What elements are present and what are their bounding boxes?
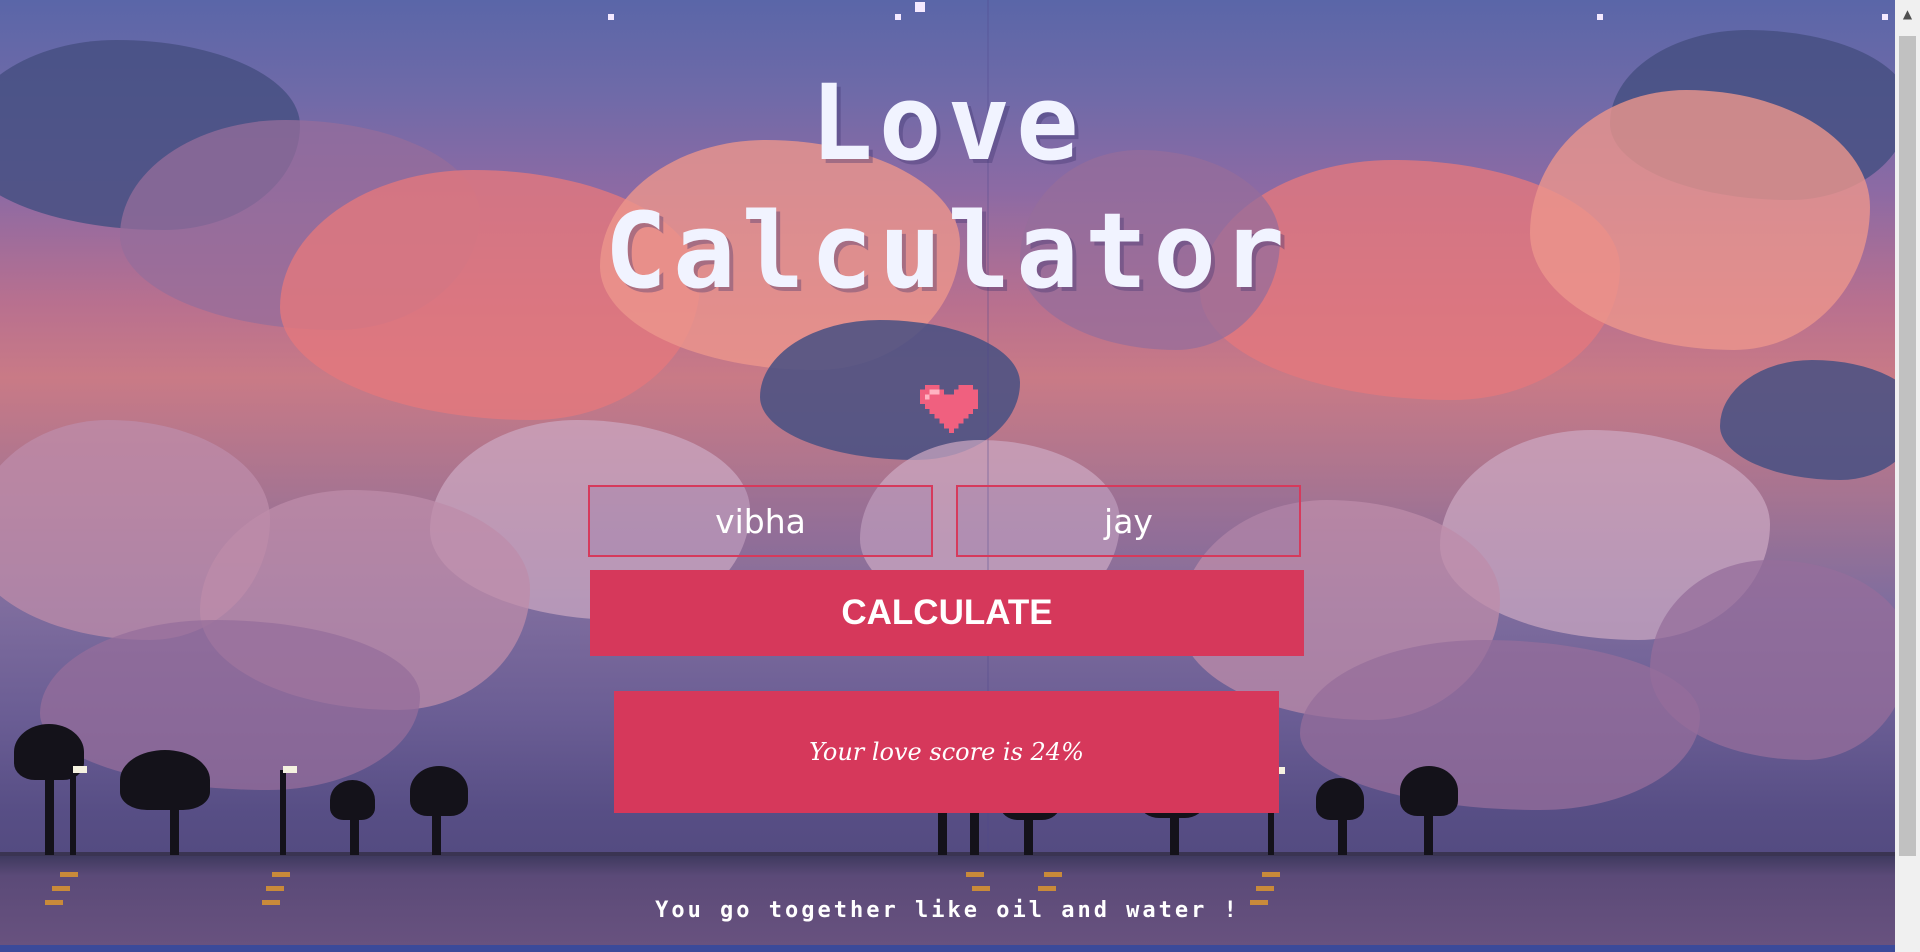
star [915,2,925,12]
light-reflection [972,886,990,891]
lamp-light [73,766,87,773]
palm-tree [120,750,210,810]
star [1597,14,1603,20]
lamp-post [70,770,76,855]
palm-tree [1316,778,1364,820]
light-reflection [266,886,284,891]
star [1882,14,1888,20]
first-name-input[interactable] [588,485,933,557]
background-cloud [760,320,1020,460]
light-reflection [1262,872,1280,877]
verdict-text: You go together like oil and water ! [655,898,1240,923]
love-score-panel: Your love score is 24% [614,691,1279,813]
chevron-up-icon[interactable]: ▲ [1895,0,1920,28]
star [608,14,614,20]
light-reflection [60,872,78,877]
calculate-button[interactable]: CALCULATE [590,570,1304,656]
palm-tree [938,810,947,855]
page-title-line2: Calculator [604,190,1291,312]
light-reflection [1038,886,1056,891]
lamp-light [283,766,297,773]
palm-tree [330,780,375,820]
light-reflection [52,886,70,891]
palm-tree [1400,766,1458,816]
lamp-post [280,770,286,855]
light-reflection [1044,872,1062,877]
star [895,14,901,20]
palm-tree [410,766,468,816]
light-reflection [1256,886,1274,891]
page-title-line1: Love [810,62,1085,184]
second-name-input[interactable] [956,485,1301,557]
love-score-text: Your love score is 24% [809,738,1084,766]
light-reflection [966,872,984,877]
page-bottom-strip [0,945,1895,952]
scrollbar-thumb[interactable] [1899,36,1916,856]
light-reflection [272,872,290,877]
heart-icon [920,384,978,434]
page-viewport: Love Calculator CALCULATE Your love scor… [0,0,1895,945]
